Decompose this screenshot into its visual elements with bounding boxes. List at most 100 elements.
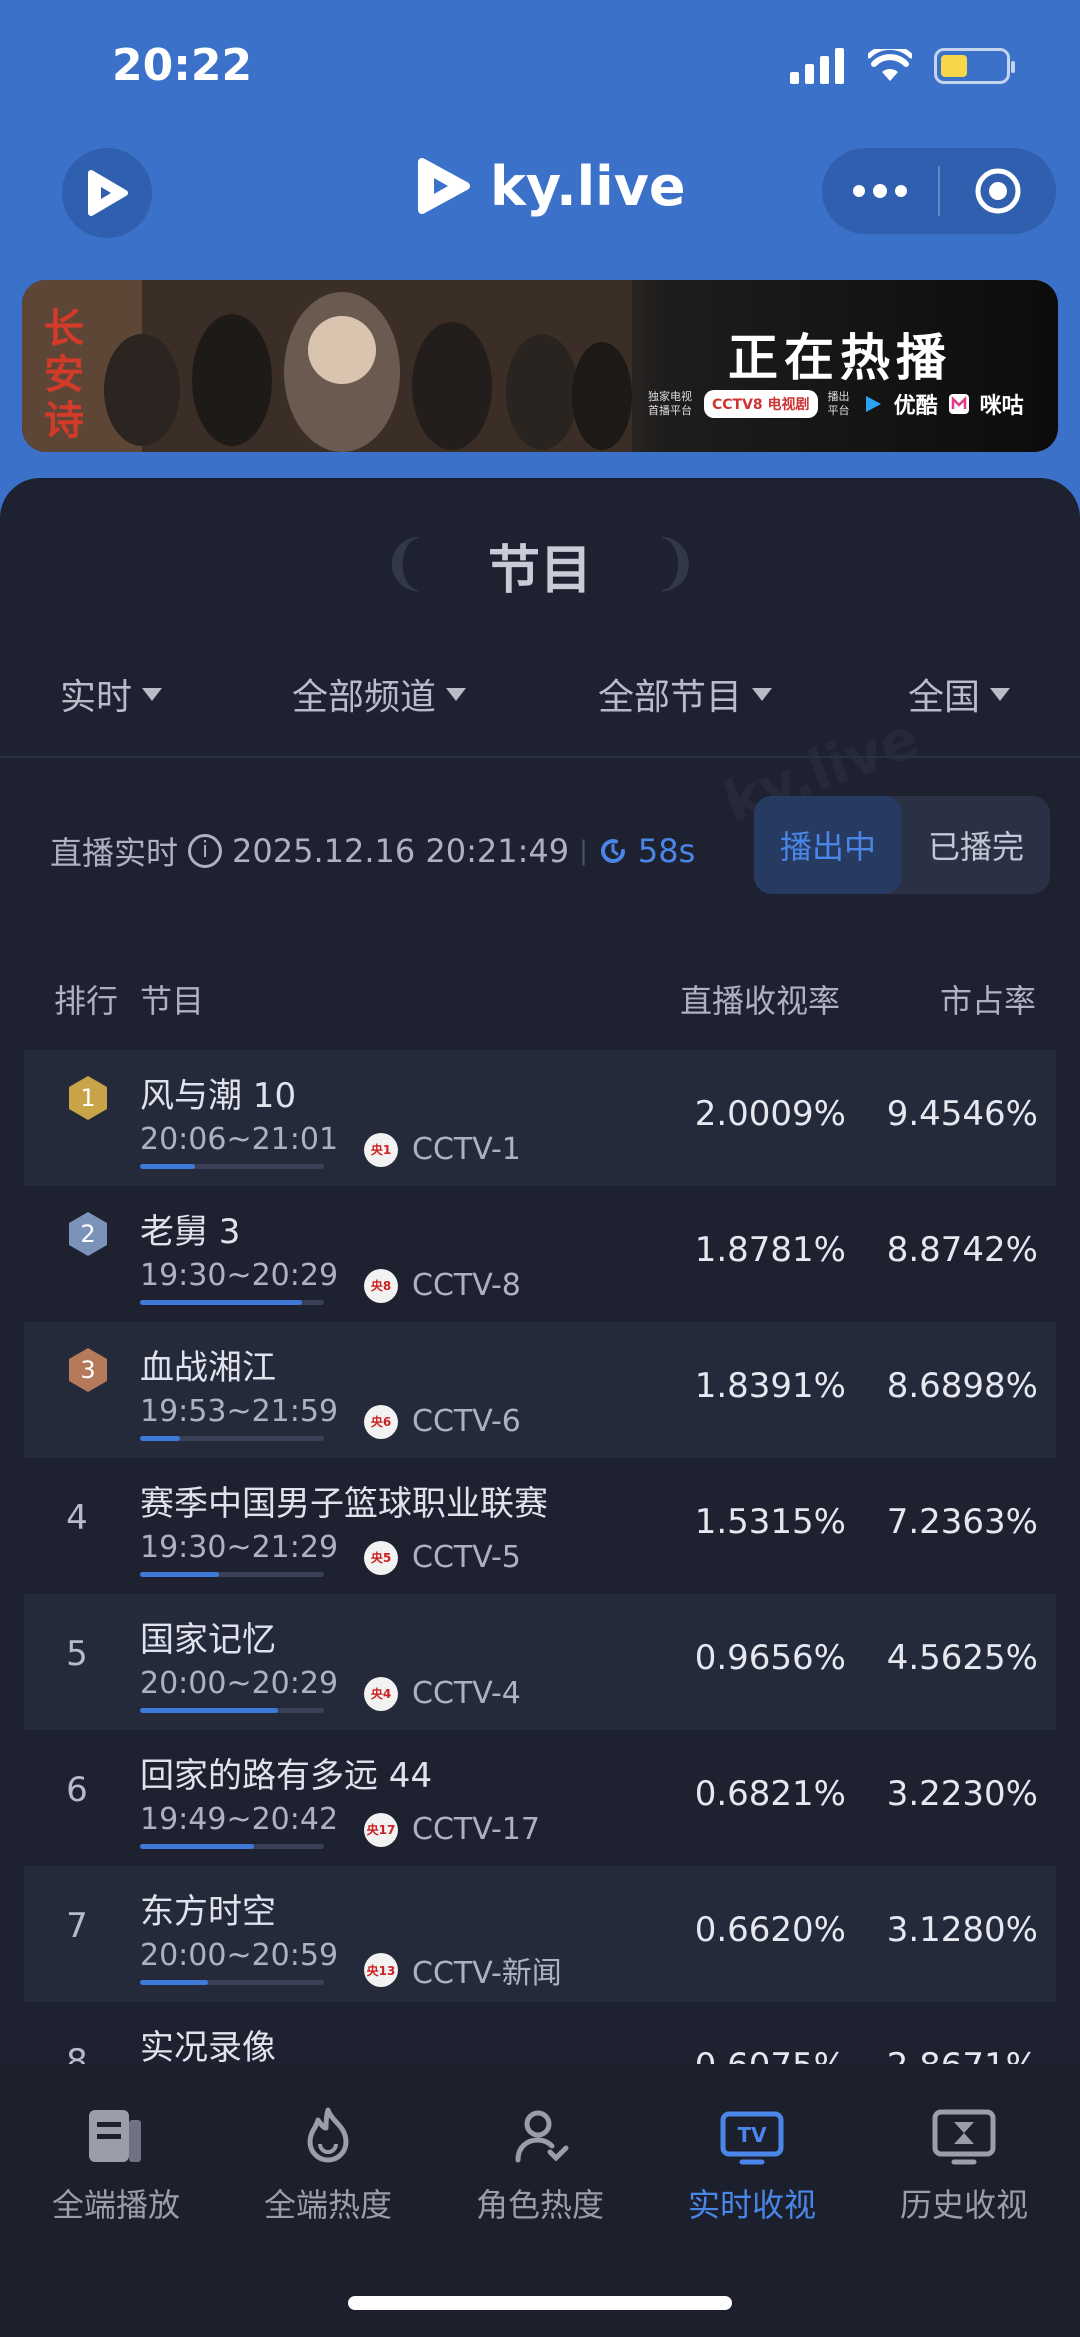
header-rank: 排行 xyxy=(54,982,119,1020)
rank-number: 1 xyxy=(80,1084,96,1112)
filter-label: 全部频道 xyxy=(292,677,437,718)
table-row[interactable]: 6 回家的路有多远 44 19:49~20:42 央17 CCTV-17 0.6821% 3… xyxy=(24,1730,1056,1866)
migu-icon xyxy=(948,394,969,414)
banner-title: 正在热播 xyxy=(728,329,952,387)
close-miniprogram-button[interactable] xyxy=(940,148,1056,234)
toggle-on-air[interactable]: 播出中 xyxy=(754,796,902,894)
market-share: 3.1280% xyxy=(886,1910,1038,1950)
market-share: 7.2363% xyxy=(886,1502,1038,1542)
svg-text:TV: TV xyxy=(737,2123,767,2147)
program-progress-bar xyxy=(140,1708,324,1713)
tab-label: 全端热度 xyxy=(263,2186,392,2224)
program-name: 实况录像 xyxy=(140,2028,276,2068)
tab-history-ratings[interactable]: 历史收视 xyxy=(864,2106,1064,2226)
table-row[interactable]: 1 风与潮 10 20:06~21:01 央1 CCTV-1 2.0009% 9.4546% xyxy=(24,1050,1056,1186)
flame-icon xyxy=(307,2107,349,2163)
program-time: 19:53~21:59 xyxy=(140,1394,339,1429)
person-icon xyxy=(515,2110,569,2163)
rank-number: 7 xyxy=(66,1906,88,1946)
program-progress-bar xyxy=(140,1300,324,1305)
program-time: 20:06~21:01 xyxy=(140,1122,339,1157)
more-button[interactable] xyxy=(822,148,938,234)
channel: 央6 CCTV-6 xyxy=(364,1404,521,1439)
filter-bar: 实时 全部频道 全部节目 全国 xyxy=(0,658,1080,738)
toggle-finished[interactable]: 已播完 xyxy=(902,796,1050,894)
rank-medal-icon: 1 xyxy=(66,1074,110,1122)
channel: 央1 CCTV-1 xyxy=(364,1132,521,1167)
live-rating: 0.6620% xyxy=(694,1910,846,1950)
rank-number: 6 xyxy=(66,1770,88,1810)
caret-down-icon xyxy=(142,687,163,701)
status-icons xyxy=(790,46,1015,86)
live-status: 直播实时 i 2025.12.16 20:21:49 | 58s xyxy=(50,828,695,874)
program-time: 19:49~20:42 xyxy=(140,1802,339,1837)
document-icon xyxy=(89,2110,141,2162)
refresh-timer-icon[interactable] xyxy=(598,836,628,866)
program-time: 20:00~20:29 xyxy=(140,1666,339,1701)
table-row[interactable]: 3 血战湘江 19:53~21:59 央6 CCTV-6 1.8391% 8.6898% xyxy=(24,1322,1056,1458)
filter-label: 全部节目 xyxy=(598,677,743,718)
more-dots-icon xyxy=(853,184,907,198)
live-timestamp: 2025.12.16 20:21:49 xyxy=(232,832,570,870)
rank-medal-icon: 2 xyxy=(66,1210,110,1258)
filter-region[interactable]: 全国 xyxy=(908,668,1011,720)
rank-number: 2 xyxy=(80,1220,96,1248)
app-logo-button[interactable] xyxy=(62,148,152,238)
laurel-right-icon: ❩ xyxy=(650,528,701,598)
tab-label: 全端播放 xyxy=(51,2186,180,2224)
program-progress-bar xyxy=(140,1436,324,1441)
table-body: 1 风与潮 10 20:06~21:01 央1 CCTV-1 2.0009% 9.4546%… xyxy=(24,1050,1056,2138)
table-row[interactable]: 2 老舅 3 19:30~20:29 央8 CCTV-8 1.8781% 8.8742% xyxy=(24,1186,1056,1322)
program-name: 赛季中国男子篮球职业联赛 xyxy=(140,1484,548,1524)
header-rating[interactable]: 直播收视率 xyxy=(680,976,840,1022)
info-icon[interactable]: i xyxy=(188,834,223,868)
target-circle-icon xyxy=(975,168,1021,214)
promo-banner[interactable]: 长 安 诗 正在热播 独家电视首播平台 CCTV8 电视剧 播出平台 优酷 咪咕 xyxy=(22,280,1058,452)
table-row[interactable]: 5 国家记忆 20:00~20:29 央4 CCTV-4 0.9656% 4.5625% xyxy=(24,1594,1056,1730)
table-row[interactable]: 4 赛季中国男子篮球职业联赛 19:30~21:29 央5 CCTV-5 1.5315% 7… xyxy=(24,1458,1056,1594)
program-time: 19:30~21:29 xyxy=(140,1530,339,1565)
channel-name: CCTV-新闻 xyxy=(412,1956,562,1991)
channel-logo-icon: 央17 xyxy=(364,1812,398,1847)
tab-role-heat[interactable]: 角色热度 xyxy=(440,2106,640,2226)
tab-all-play[interactable]: 全端播放 xyxy=(16,2106,216,2226)
nav-bar: ky.live xyxy=(0,140,1080,250)
program-progress-bar xyxy=(140,1980,324,1985)
rank-number: 3 xyxy=(80,1356,96,1384)
rank-medal-icon: 3 xyxy=(66,1346,110,1394)
channel: 央5 CCTV-5 xyxy=(364,1540,521,1575)
tab-live-ratings[interactable]: TV 实时收视 xyxy=(652,2106,852,2226)
channel: 央13 CCTV-新闻 xyxy=(364,1948,562,1992)
table-row[interactable]: 7 东方时空 20:00~20:59 央13 CCTV-新闻 0.6620% 3.1280% xyxy=(24,1866,1056,2002)
channel: 央4 CCTV-4 xyxy=(364,1676,521,1711)
broadcast-toggle: 播出中 已播完 xyxy=(754,796,1050,894)
channel-logo-icon: 央13 xyxy=(364,1953,398,1987)
filter-time[interactable]: 实时 xyxy=(60,668,163,720)
header-share[interactable]: 市占率 xyxy=(940,976,1036,1022)
program-name: 老舅 3 xyxy=(140,1212,241,1252)
tab-label: 角色热度 xyxy=(475,2186,604,2224)
channel-name: CCTV-5 xyxy=(412,1540,521,1575)
filter-channel[interactable]: 全部频道 xyxy=(292,668,467,720)
channel-name: CCTV-1 xyxy=(412,1132,521,1167)
youku-icon xyxy=(865,396,881,412)
channel-name: CCTV-17 xyxy=(412,1812,540,1847)
header-program: 节目 xyxy=(140,982,205,1020)
filter-program[interactable]: 全部节目 xyxy=(598,668,773,720)
live-rating: 2.0009% xyxy=(694,1094,846,1134)
stream-label: 播出平台 xyxy=(827,390,850,417)
rank-number: 5 xyxy=(66,1634,88,1674)
table-header: 排行 节目 直播收视率 市占率 xyxy=(24,948,1056,1050)
program-name: 东方时空 xyxy=(140,1892,276,1932)
market-share: 9.4546% xyxy=(886,1094,1038,1134)
refresh-countdown: 58s xyxy=(637,832,696,870)
caret-down-icon xyxy=(990,687,1011,701)
separator: | xyxy=(579,836,588,866)
filter-label: 全国 xyxy=(908,677,981,718)
battery-icon xyxy=(934,48,1015,84)
tab-all-heat[interactable]: 全端热度 xyxy=(228,2106,428,2226)
live-rating: 1.8781% xyxy=(694,1230,846,1270)
tab-label: 历史收视 xyxy=(899,2186,1028,2224)
filter-divider xyxy=(0,756,1080,758)
channel-logo-icon: 央8 xyxy=(364,1268,398,1303)
